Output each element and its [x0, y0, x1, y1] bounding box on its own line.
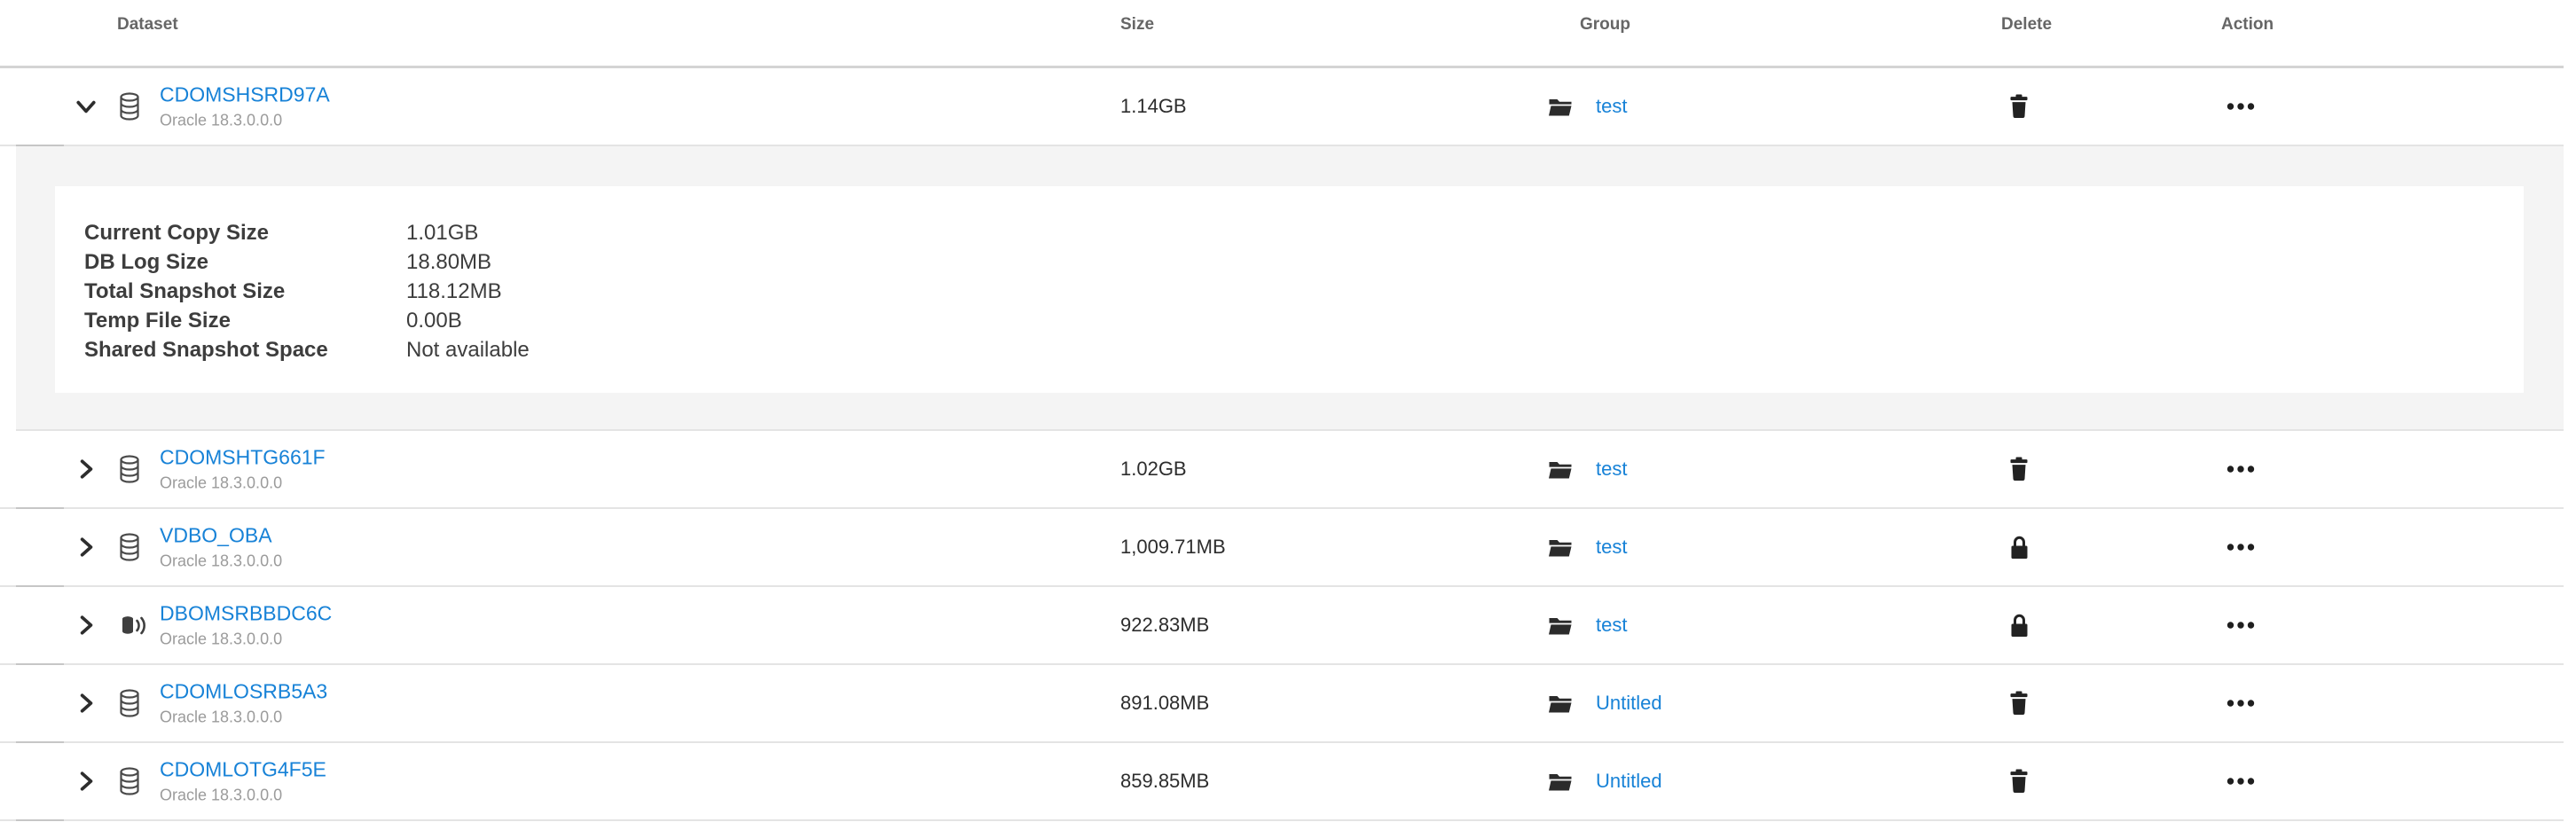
detail-label: Temp File Size [84, 306, 406, 335]
table-row: CDOMLOSRB5A3 Oracle 18.3.0.0.0 891.08MB … [0, 665, 2564, 743]
dataset-name-cell: DBOMSRBBDC6C Oracle 18.3.0.0.0 [160, 602, 332, 649]
chevron-right-icon[interactable] [71, 766, 101, 796]
ellipsis-icon[interactable] [2218, 466, 2264, 474]
column-header-delete: Delete [2001, 15, 2052, 35]
dataset-engine-label: Oracle 18.3.0.0.0 [160, 112, 330, 130]
folder-icon [1549, 460, 1572, 479]
dataset-size: 922.83MB [1120, 614, 1209, 637]
trash-icon[interactable] [1998, 692, 2040, 716]
column-header-action: Action [2221, 15, 2274, 35]
chevron-right-icon[interactable] [71, 610, 101, 640]
dataset-name-cell: CDOMSHTG661F Oracle 18.3.0.0.0 [160, 446, 326, 493]
table-row: CDOMLOTG4F5E Oracle 18.3.0.0.0 859.85MB … [0, 743, 2564, 821]
database-icon [119, 92, 140, 121]
ellipsis-icon[interactable] [2218, 544, 2264, 552]
group-cell: test [1549, 614, 1627, 637]
dataset-size: 859.85MB [1120, 770, 1209, 793]
trash-icon[interactable] [1998, 95, 2040, 119]
detail-label: Shared Snapshot Space [84, 335, 406, 364]
dataset-size: 1.02GB [1120, 458, 1187, 481]
table-header-row: Dataset Size Group Delete Action [0, 0, 2564, 68]
group-cell: test [1549, 458, 1627, 481]
group-link[interactable]: test [1596, 536, 1627, 559]
ellipsis-icon[interactable] [2218, 778, 2264, 786]
detail-value: Not available [406, 335, 530, 364]
dataset-engine-label: Oracle 18.3.0.0.0 [160, 552, 282, 571]
group-cell: Untitled [1549, 692, 1662, 715]
ellipsis-icon[interactable] [2218, 700, 2264, 708]
chevron-right-icon[interactable] [71, 454, 101, 484]
detail-label: Current Copy Size [84, 218, 406, 247]
folder-icon [1549, 538, 1572, 557]
database-broadcast-icon [119, 611, 149, 639]
dataset-name-cell: CDOMLOSRB5A3 Oracle 18.3.0.0.0 [160, 680, 327, 727]
database-icon [119, 455, 140, 483]
folder-icon [1549, 694, 1572, 713]
table-row: CDOMSHTG661F Oracle 18.3.0.0.0 1.02GB te… [0, 431, 2564, 509]
dataset-engine-label: Oracle 18.3.0.0.0 [160, 709, 327, 727]
dataset-name-link[interactable]: CDOMLOTG4F5E [160, 758, 326, 782]
database-icon [119, 689, 140, 717]
database-icon [119, 533, 140, 561]
detail-label: Total Snapshot Size [84, 277, 406, 306]
dataset-size: 1.14GB [1120, 95, 1187, 118]
chevron-right-icon[interactable] [71, 688, 101, 718]
dataset-engine-label: Oracle 18.3.0.0.0 [160, 474, 326, 493]
group-link[interactable]: Untitled [1596, 692, 1662, 715]
group-link[interactable]: test [1596, 614, 1627, 637]
column-header-group: Group [1580, 15, 1630, 35]
group-link[interactable]: Untitled [1596, 770, 1662, 793]
dataset-size: 891.08MB [1120, 692, 1209, 715]
dataset-name-cell: CDOMSHSRD97A Oracle 18.3.0.0.0 [160, 83, 330, 130]
column-header-dataset: Dataset [117, 15, 178, 35]
dataset-detail-card: Current Copy Size 1.01GB DB Log Size 18.… [55, 186, 2524, 393]
group-cell: Untitled [1549, 770, 1662, 793]
dataset-name-cell: VDBO_OBA Oracle 18.3.0.0.0 [160, 524, 282, 571]
detail-value: 1.01GB [406, 218, 478, 247]
detail-line: Shared Snapshot Space Not available [84, 335, 2524, 364]
chevron-down-icon[interactable] [71, 91, 101, 121]
lock-icon[interactable] [1998, 613, 2040, 638]
detail-line: Temp File Size 0.00B [84, 306, 2524, 335]
dataset-name-link[interactable]: DBOMSRBBDC6C [160, 602, 332, 626]
detail-value: 118.12MB [406, 277, 502, 306]
dataset-name-link[interactable]: VDBO_OBA [160, 524, 282, 548]
dataset-name-link[interactable]: CDOMLOSRB5A3 [160, 680, 327, 704]
ellipsis-icon[interactable] [2218, 622, 2264, 630]
chevron-right-icon[interactable] [71, 532, 101, 562]
dataset-name-link[interactable]: CDOMSHSRD97A [160, 83, 330, 107]
column-header-size: Size [1120, 15, 1154, 35]
dataset-size: 1,009.71MB [1120, 536, 1226, 559]
group-link[interactable]: test [1596, 95, 1627, 118]
database-icon [119, 767, 140, 795]
group-cell: test [1549, 536, 1627, 559]
group-link[interactable]: test [1596, 458, 1627, 481]
trash-icon[interactable] [1998, 770, 2040, 794]
detail-label: DB Log Size [84, 247, 406, 277]
lock-icon[interactable] [1998, 535, 2040, 560]
dataset-engine-label: Oracle 18.3.0.0.0 [160, 787, 326, 805]
ellipsis-icon[interactable] [2218, 103, 2264, 111]
folder-icon [1549, 772, 1572, 791]
table-row: CDOMSHSRD97A Oracle 18.3.0.0.0 1.14GB te… [0, 68, 2564, 146]
dataset-name-link[interactable]: CDOMSHTG661F [160, 446, 326, 470]
expanded-row-panel: Current Copy Size 1.01GB DB Log Size 18.… [16, 146, 2564, 431]
group-cell: test [1549, 95, 1627, 118]
dataset-table: Dataset Size Group Delete Action CDOMSHS… [0, 0, 2564, 821]
dataset-engine-label: Oracle 18.3.0.0.0 [160, 630, 332, 649]
detail-value: 18.80MB [406, 247, 491, 277]
table-row: DBOMSRBBDC6C Oracle 18.3.0.0.0 922.83MB … [0, 587, 2564, 665]
detail-value: 0.00B [406, 306, 462, 335]
detail-line: Current Copy Size 1.01GB [84, 218, 2524, 247]
trash-icon[interactable] [1998, 458, 2040, 482]
table-row: VDBO_OBA Oracle 18.3.0.0.0 1,009.71MB te… [0, 509, 2564, 587]
dataset-name-cell: CDOMLOTG4F5E Oracle 18.3.0.0.0 [160, 758, 326, 805]
folder-icon [1549, 98, 1572, 116]
detail-line: Total Snapshot Size 118.12MB [84, 277, 2524, 306]
detail-line: DB Log Size 18.80MB [84, 247, 2524, 277]
folder-icon [1549, 616, 1572, 635]
